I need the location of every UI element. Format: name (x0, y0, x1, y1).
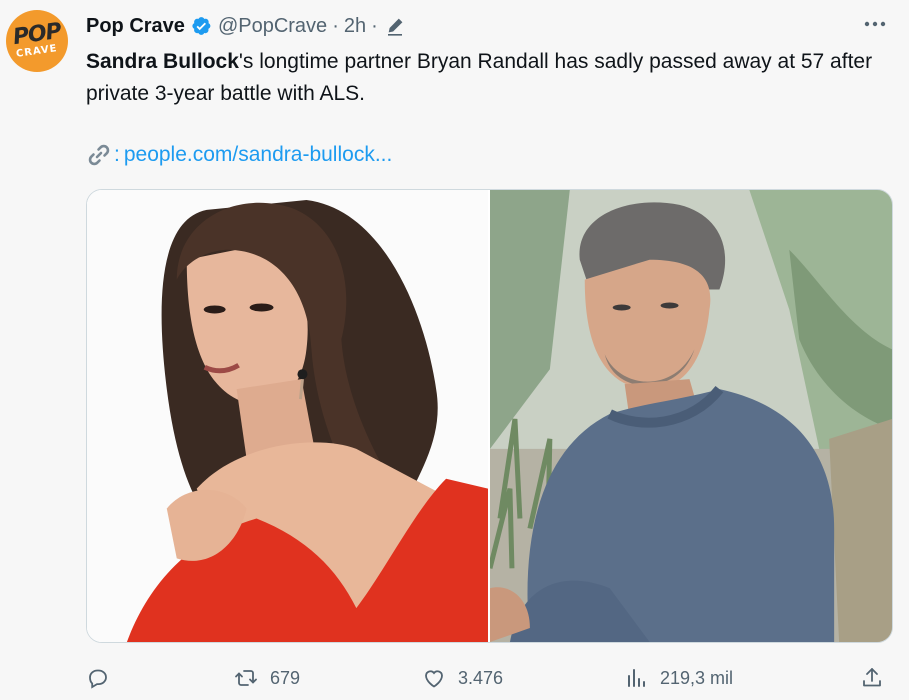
like-count: 3.476 (458, 667, 504, 688)
views-count: 219,3 mil (660, 667, 734, 688)
photo-woman-red-dress (87, 190, 488, 642)
analytics-icon (628, 669, 645, 687)
reply-icon (89, 669, 107, 689)
more-options-button[interactable] (861, 10, 889, 38)
media-grid (86, 189, 893, 643)
photo-sandra-bullock[interactable] (87, 190, 488, 642)
tweet-text-bold: Sandra Bullock (86, 50, 239, 73)
more-dots-icon (864, 21, 886, 27)
retweet-icon (235, 670, 257, 686)
retweet-button[interactable]: 679 (234, 660, 300, 696)
author-handle[interactable]: @PopCrave (218, 15, 327, 38)
share-button[interactable] (860, 660, 884, 696)
retweet-count: 679 (270, 667, 301, 688)
share-icon (863, 668, 881, 687)
heart-icon (425, 670, 443, 688)
views-button[interactable]: 219,3 mil (624, 660, 733, 696)
tweet-header: Pop Crave @PopCrave · 2h · (86, 12, 405, 40)
edited-pencil-icon[interactable] (385, 16, 405, 36)
timestamp[interactable]: 2h (344, 15, 366, 38)
link-icon (86, 142, 112, 168)
link-url[interactable]: people.com/sandra-bullock... (124, 143, 392, 167)
verified-badge-icon[interactable] (190, 15, 212, 37)
tweet-actions: 679 3.476 219,3 mil (86, 660, 896, 696)
link-colon: : (114, 143, 120, 166)
author-name[interactable]: Pop Crave (86, 15, 185, 38)
separator-dot: · (371, 14, 378, 37)
like-button[interactable]: 3.476 (422, 660, 503, 696)
tweet-card[interactable]: POP CRAVE Pop Crave @PopCrave · 2h · San… (0, 0, 909, 700)
reply-button[interactable] (86, 660, 122, 696)
photo-man-blue-sweater (490, 190, 892, 642)
tweet-link: : people.com/sandra-bullock... (86, 140, 392, 170)
avatar[interactable]: POP CRAVE (6, 10, 68, 72)
photo-bryan-randall[interactable] (490, 190, 892, 642)
tweet-text: Sandra Bullock's longtime partner Bryan … (86, 46, 886, 110)
separator-dot: · (332, 14, 339, 37)
